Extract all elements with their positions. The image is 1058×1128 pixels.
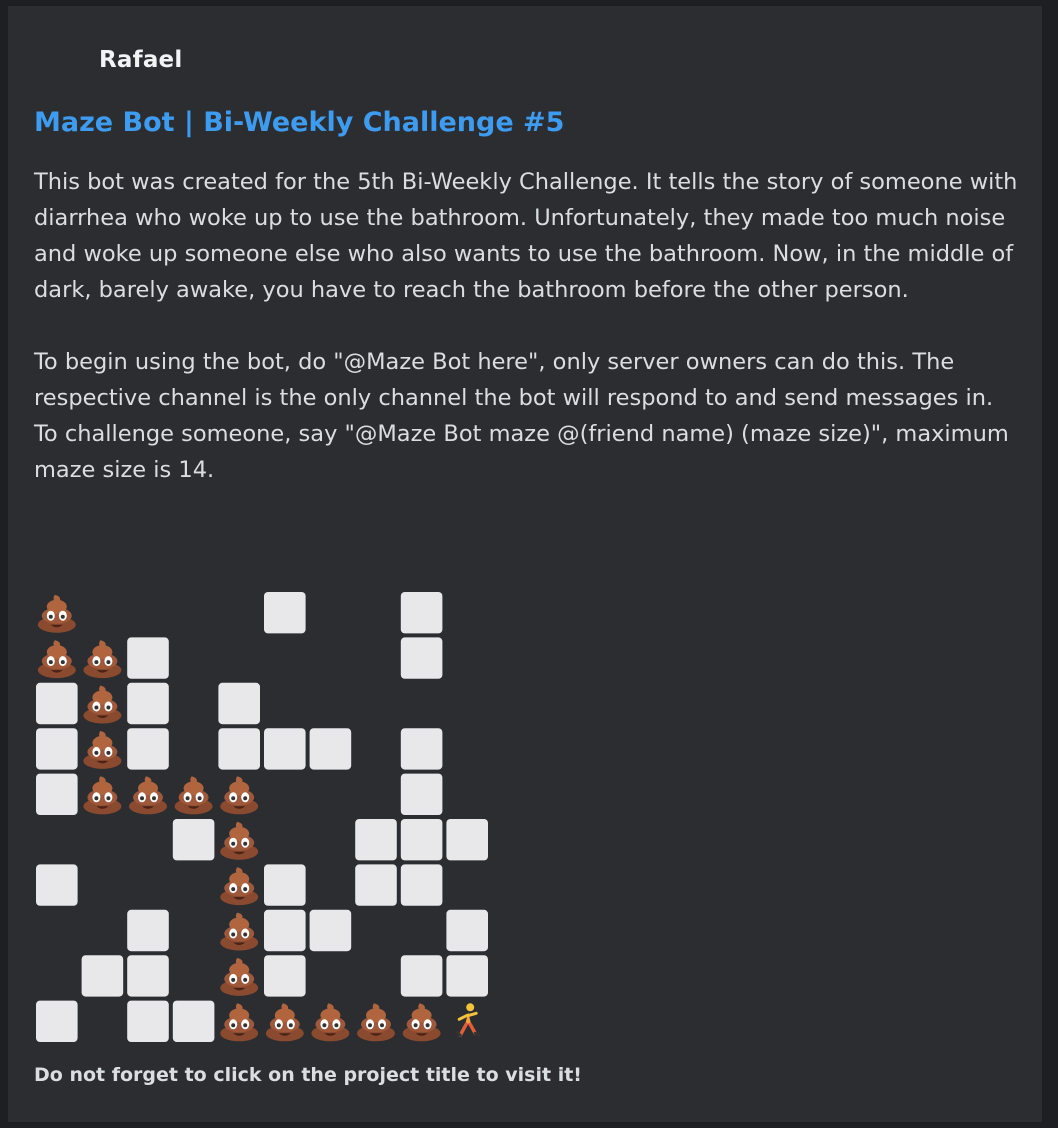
- author-name[interactable]: Rafael: [99, 47, 182, 73]
- maze-wall-cell: [446, 819, 488, 861]
- maze-wall-cell: [400, 819, 443, 861]
- maze-wall-cell: [36, 1000, 78, 1042]
- maze-wall-cell: [355, 819, 397, 861]
- maze-wall-cell: [400, 728, 443, 770]
- maze-wall-cell: [127, 1000, 169, 1042]
- maze-wall-cell: [355, 864, 397, 906]
- maze-wall-cell: [309, 728, 352, 770]
- maze-wall-cell: [400, 773, 443, 815]
- maze-wall-cell: [446, 955, 488, 997]
- maze-wall-cell: [127, 728, 169, 770]
- embed-footer: Do not forget to click on the project ti…: [34, 1064, 582, 1086]
- maze-wall-cell: [309, 909, 352, 952]
- maze-wall-cell: [127, 909, 169, 952]
- maze-wall-cell: [400, 637, 443, 679]
- maze-wall-cell: [127, 637, 169, 679]
- maze-wall-cell: [218, 728, 260, 770]
- maze-wall-cell: [36, 682, 78, 725]
- maze-wall-cell: [264, 864, 306, 906]
- maze-grid: [34, 590, 490, 1044]
- embed-description: This bot was created for the 5th Bi-Week…: [34, 169, 1018, 483]
- maze-wall-cell: [264, 592, 306, 634]
- maze-wall-cell: [264, 728, 306, 770]
- embed-card: Rafael Maze Bot | Bi-Weekly Challenge #5…: [0, 0, 1058, 1128]
- maze-wall-cell: [36, 773, 78, 815]
- maze-wall-cell: [218, 682, 260, 725]
- maze-wall-cell: [127, 682, 169, 725]
- maze-wall-cell: [264, 955, 306, 997]
- maze-wall-cell: [36, 864, 78, 906]
- maze-wall-cell: [36, 728, 78, 770]
- maze-wall-cell: [264, 909, 306, 952]
- maze-image[interactable]: [34, 590, 490, 1044]
- maze-wall-cell: [400, 864, 443, 906]
- embed-title-link[interactable]: Maze Bot | Bi-Weekly Challenge #5: [34, 107, 564, 138]
- maze-wall-cell: [400, 592, 443, 634]
- maze-wall-cell: [400, 955, 443, 997]
- maze-wall-cell: [81, 955, 124, 997]
- maze-wall-cell: [446, 909, 488, 952]
- embed-accent-bar: [0, 0, 8, 1128]
- maze-wall-cell: [172, 819, 215, 861]
- maze-wall-cell: [127, 955, 169, 997]
- maze-wall-cell: [172, 1000, 215, 1042]
